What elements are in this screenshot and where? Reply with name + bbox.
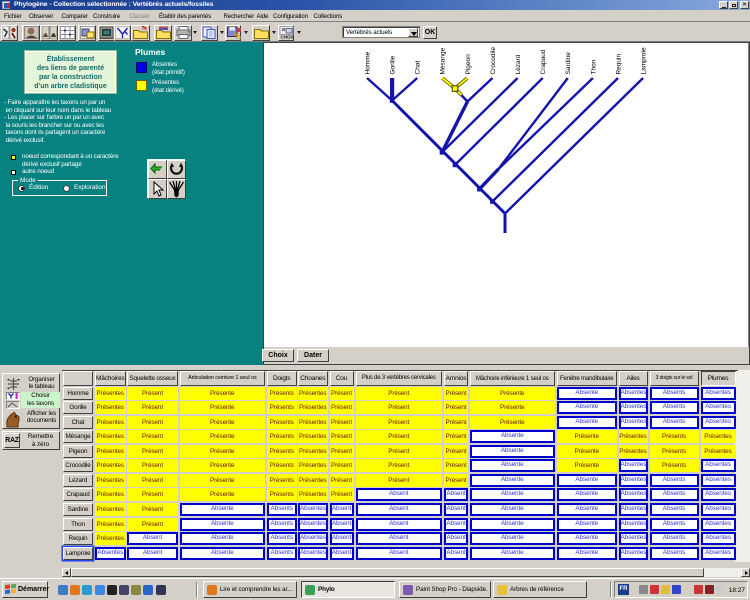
svg-text:Pigeon: Pigeon <box>465 54 472 75</box>
svg-text:Crapaud: Crapaud <box>540 49 547 74</box>
svg-text:Lamproie: Lamproie <box>641 47 648 74</box>
svg-text:Mésange: Mésange <box>440 47 447 74</box>
svg-text:Requin: Requin <box>615 54 622 75</box>
svg-text:Sardine: Sardine <box>565 52 572 75</box>
svg-text:CHOIX: CHOIX <box>281 35 295 40</box>
svg-text:Thon: Thon <box>590 59 597 74</box>
svg-text:Homme: Homme <box>364 51 371 74</box>
svg-text:Chat: Chat <box>415 61 422 75</box>
svg-text:Crocodile: Crocodile <box>490 47 497 75</box>
svg-text:Gorille: Gorille <box>390 55 397 74</box>
svg-text:25: 25 <box>142 26 147 31</box>
svg-text:Lézard: Lézard <box>515 54 522 74</box>
